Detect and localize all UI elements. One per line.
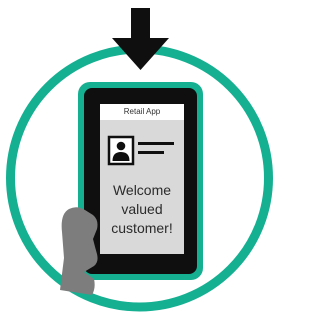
app-title: Retail App [123, 107, 161, 116]
illustration [6, 8, 273, 312]
welcome-message: Welcome valued customer! [100, 181, 184, 238]
down-arrow-icon [112, 8, 169, 70]
hand-icon [60, 207, 98, 295]
welcome-line: valued [121, 201, 163, 217]
welcome-line: customer! [111, 220, 173, 236]
welcome-line: Welcome [112, 182, 172, 198]
